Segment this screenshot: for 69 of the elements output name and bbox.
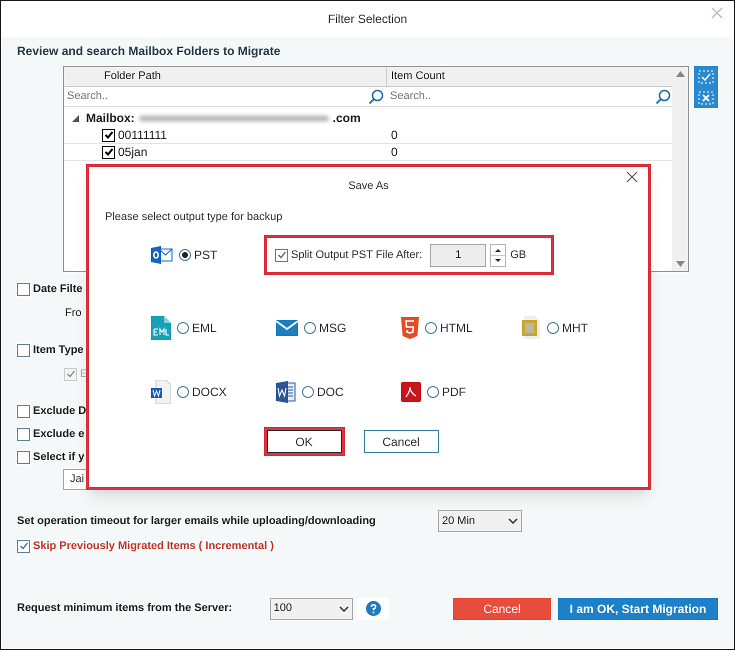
caret-icon bbox=[339, 606, 350, 612]
close-icon[interactable] bbox=[626, 171, 638, 183]
option-label: Exclude D bbox=[33, 404, 86, 419]
help-icon[interactable] bbox=[366, 601, 381, 616]
scrollbar[interactable] bbox=[672, 67, 688, 271]
column-header[interactable]: Folder Path bbox=[64, 67, 387, 86]
checkbox[interactable] bbox=[102, 146, 115, 158]
option-label: Date Filte bbox=[33, 282, 83, 297]
checkbox[interactable] bbox=[17, 450, 30, 464]
radio-option[interactable]: PDF bbox=[427, 383, 466, 401]
option-label: Item Type bbox=[33, 342, 84, 358]
checkbox[interactable] bbox=[17, 344, 30, 356]
deselect-all-button[interactable] bbox=[694, 87, 718, 108]
radio-option[interactable]: HTML bbox=[425, 319, 473, 337]
eml-file-icon bbox=[151, 316, 171, 340]
item-count: 0 bbox=[390, 144, 398, 161]
word-document-icon bbox=[276, 381, 296, 403]
radio-option[interactable]: DOCX bbox=[177, 383, 227, 401]
scroll-up-icon[interactable] bbox=[676, 71, 684, 77]
spinner-control[interactable] bbox=[490, 244, 506, 266]
item-count: 0 bbox=[390, 127, 398, 144]
start-migration-button[interactable]: I am OK, Start Migration bbox=[558, 598, 718, 620]
caret-icon bbox=[508, 518, 518, 524]
scroll-down-icon[interactable] bbox=[676, 261, 684, 267]
timeout-label: Set operation timeout for larger emails while uploading/downloading bbox=[17, 514, 377, 529]
prompt-text: Please select output type for backup bbox=[105, 210, 284, 224]
search-field[interactable]: Search.. bbox=[390, 88, 655, 105]
window-title: Filter Selection bbox=[328, 11, 408, 28]
mailbox-domain: .com bbox=[332, 110, 361, 127]
option-label: Exclude e bbox=[33, 426, 84, 442]
checkbox[interactable] bbox=[17, 282, 30, 296]
min-items-dropdown[interactable]: 100 bbox=[270, 598, 354, 620]
word-document-icon bbox=[151, 380, 171, 404]
size-field[interactable]: 1 bbox=[430, 244, 486, 266]
cancel-button[interactable]: Cancel bbox=[453, 598, 551, 620]
timeout-dropdown[interactable]: 20 Min bbox=[438, 510, 522, 532]
section-title: Review and search Mailbox Folders to Migrate bbox=[17, 43, 282, 60]
from-label: Fro bbox=[65, 306, 82, 321]
search-icon[interactable] bbox=[368, 88, 384, 104]
split-checkbox[interactable]: Split Output PST File After: bbox=[275, 246, 422, 264]
select-all-button[interactable] bbox=[694, 66, 718, 87]
dialog-title: Save As bbox=[348, 179, 389, 194]
radio-option[interactable]: PST bbox=[179, 246, 218, 264]
radio-option[interactable]: EML bbox=[177, 319, 217, 337]
radio-option[interactable]: MSG bbox=[304, 319, 346, 337]
min-items-label: Request minimum items from the Server: bbox=[17, 601, 234, 616]
folder-name[interactable]: 00111111 bbox=[118, 126, 167, 144]
expand-toggle-icon[interactable] bbox=[72, 114, 79, 122]
checkbox[interactable] bbox=[17, 428, 30, 440]
unit-label: GB bbox=[510, 248, 526, 263]
html5-shield-icon bbox=[401, 317, 419, 339]
radio-option[interactable]: MHT bbox=[547, 319, 588, 337]
checkbox[interactable] bbox=[17, 404, 30, 418]
radio-option[interactable]: DOC bbox=[302, 383, 344, 401]
framed-picture-icon bbox=[521, 316, 541, 340]
outlook-envelope-icon bbox=[151, 246, 173, 264]
checkbox[interactable] bbox=[17, 540, 30, 553]
skip-migrated-label: Skip Previously Migrated Items ( Incremental ) bbox=[33, 539, 274, 554]
search-field[interactable]: Search.. bbox=[67, 88, 368, 105]
mailbox-label: Mailbox: bbox=[86, 110, 135, 127]
checkbox[interactable] bbox=[275, 248, 288, 262]
folder-name[interactable]: 05jan bbox=[118, 143, 148, 161]
search-icon[interactable] bbox=[655, 88, 671, 104]
cancel-button[interactable]: Cancel bbox=[364, 430, 438, 453]
option-label: Select if y bbox=[33, 450, 84, 465]
envelope-icon bbox=[276, 320, 298, 336]
checkbox[interactable] bbox=[102, 128, 115, 142]
column-header[interactable]: Item Count bbox=[387, 67, 674, 86]
pdf-icon bbox=[401, 382, 421, 402]
